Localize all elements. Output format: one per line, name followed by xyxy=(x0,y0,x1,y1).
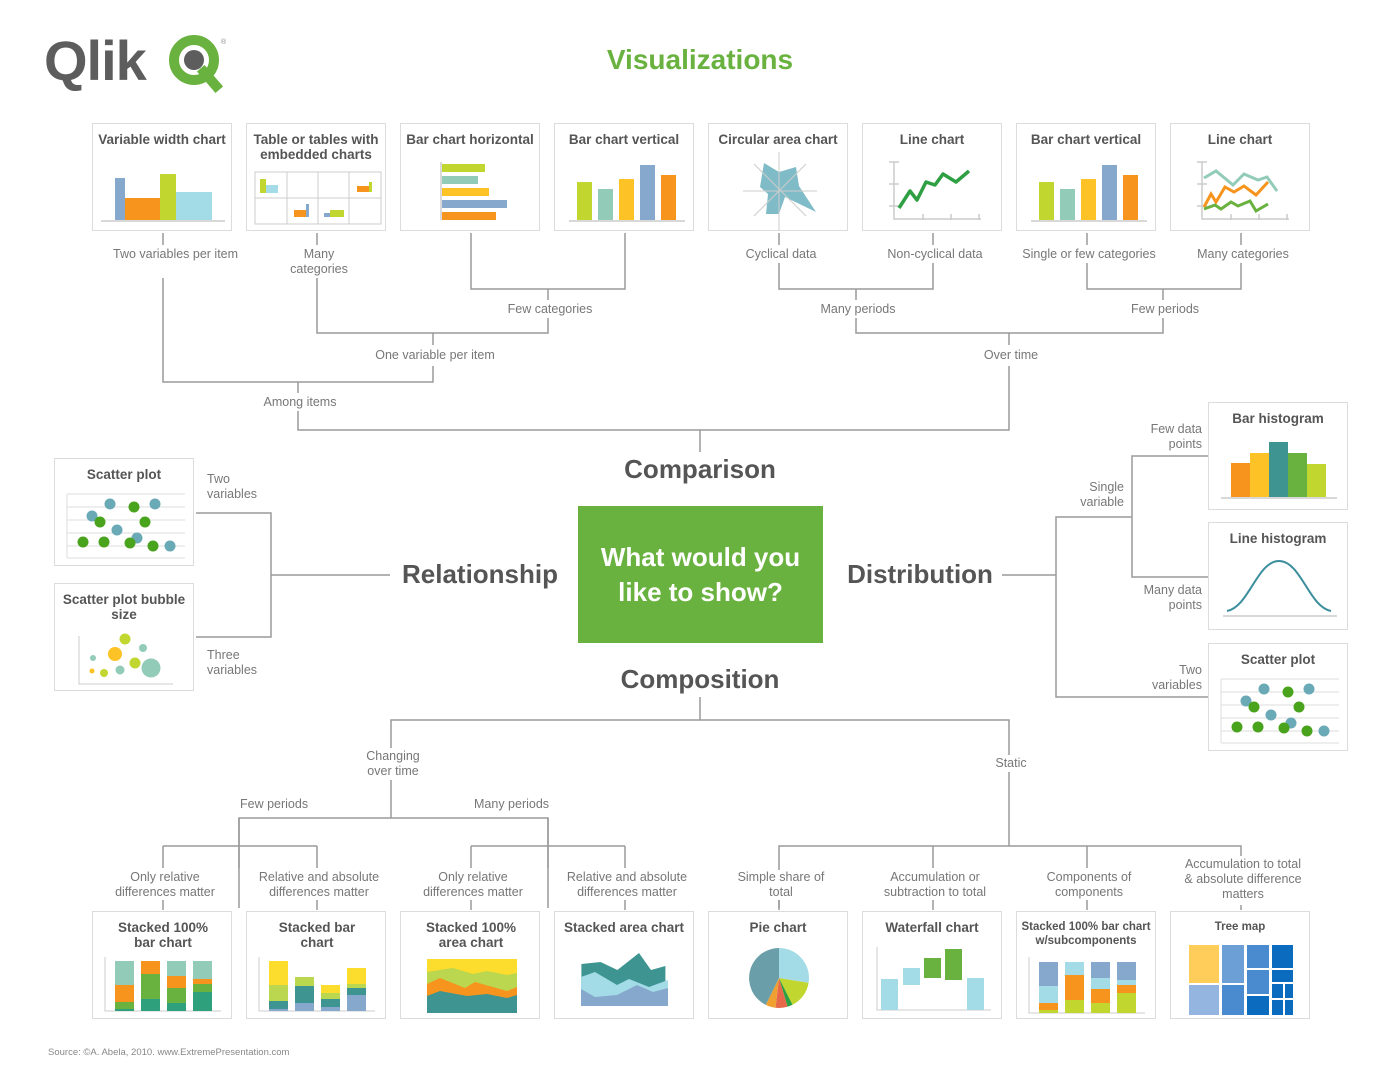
label-many-periods-composition: Many periods xyxy=(474,797,550,811)
card-bubble-chart[interactable]: Scatter plot bubble size xyxy=(54,583,194,691)
label-accumulation-total: Accumulation to total & absolute differe… xyxy=(1180,857,1306,902)
vertical-bar-chart-icon xyxy=(569,165,685,222)
label-only-relative-2: Only relative differences matter xyxy=(408,870,538,900)
bubble-chart-icon xyxy=(78,633,173,685)
category-distribution: Distribution xyxy=(847,559,993,589)
variable-width-chart-icon xyxy=(101,174,225,222)
label-accumulation-subtraction: Accumulation or subtraction to total xyxy=(870,870,1000,900)
label-three-variables: Three variables xyxy=(207,648,258,677)
label-relative-absolute-1: Relative and absolute differences matter xyxy=(244,870,394,900)
scatter-plot-icon xyxy=(1220,678,1339,744)
label-few-categories: Few categories xyxy=(494,302,606,317)
label-cyclical-data: Cyclical data xyxy=(728,247,834,262)
label-few-periods: Few periods xyxy=(1118,302,1212,317)
label-changing-over-time: Changing over time xyxy=(352,749,434,779)
multi-line-chart-icon xyxy=(1197,161,1289,220)
pie-chart-icon xyxy=(749,948,810,1009)
stacked-subcomponents-icon xyxy=(1028,957,1145,1014)
card-stacked-subcomponents[interactable]: Stacked 100% bar chart w/subcomponents xyxy=(1016,911,1156,1019)
label-many-data-points: Many data points xyxy=(1143,583,1202,612)
label-over-time: Over time xyxy=(969,348,1053,363)
card-pie-chart[interactable]: Pie chart xyxy=(708,911,848,1019)
waterfall-chart-icon xyxy=(876,947,991,1011)
logo-wordmark: Qlik xyxy=(44,29,147,92)
label-few-periods-composition: Few periods xyxy=(240,797,309,811)
label-among-items: Among items xyxy=(248,395,352,410)
category-composition: Composition xyxy=(620,664,780,694)
radar-chart-icon xyxy=(743,152,817,230)
label-one-variable-per-item: One variable per item xyxy=(362,348,508,363)
category-comparison: Comparison xyxy=(624,454,776,484)
card-waterfall-chart[interactable]: Waterfall chart xyxy=(862,911,1002,1019)
line-chart-icon xyxy=(889,161,981,220)
stacked-100-bar-icon xyxy=(104,957,221,1012)
svg-text:®: ® xyxy=(221,38,227,46)
qlik-q-logo-icon: ® xyxy=(169,35,227,94)
qlik-logo: Qlik xyxy=(44,26,147,96)
label-relative-absolute-2: Relative and absolute differences matter xyxy=(552,870,702,900)
central-question: What would you like to show? xyxy=(600,541,801,607)
card-stacked-100-area[interactable]: Stacked 100% area chart xyxy=(400,911,540,1019)
embedded-table-icon xyxy=(254,171,382,225)
card-stacked-bar[interactable]: Stacked bar chart xyxy=(246,911,386,1019)
label-two-variables-distribution: Two variables xyxy=(1151,663,1202,692)
stacked-100-area-icon xyxy=(427,959,517,1013)
vertical-bar-chart-icon xyxy=(1031,165,1147,222)
line-histogram-icon xyxy=(1223,559,1337,617)
source-credit: Source: ©A. Abela, 2010. www.ExtremePres… xyxy=(48,1047,290,1058)
card-circular-area-chart[interactable]: Circular area chart xyxy=(708,123,848,231)
label-many-periods: Many periods xyxy=(806,302,910,317)
scatter-plot-icon xyxy=(66,493,185,559)
stacked-area-icon xyxy=(581,953,668,1006)
page-title: Visualizations xyxy=(606,44,794,75)
tree-map-icon xyxy=(1189,945,1293,1015)
category-relationship: Relationship xyxy=(401,559,558,589)
label-many-categories-line: Many categories xyxy=(1180,247,1306,262)
horizontal-bar-chart-icon xyxy=(440,162,507,220)
label-non-cyclical-data: Non-cyclical data xyxy=(872,247,998,262)
central-question-box: What would you like to show? xyxy=(578,506,823,643)
label-many-categories: Many categories xyxy=(275,247,363,277)
card-variable-width-chart[interactable]: Variable width chart xyxy=(92,123,232,231)
label-static: Static xyxy=(984,756,1038,771)
card-multi-line-chart[interactable]: Line chart xyxy=(1170,123,1310,231)
card-embedded-table[interactable]: Table or tables with embedded charts xyxy=(246,123,386,231)
card-tree-map[interactable]: Tree map xyxy=(1170,911,1310,1019)
label-two-variables-per-item: Two variables per item xyxy=(111,247,239,262)
card-line-histogram[interactable]: Line histogram xyxy=(1208,522,1348,630)
card-scatter-plot-relationship[interactable]: Scatter plot xyxy=(54,458,194,566)
card-line-chart[interactable]: Line chart xyxy=(862,123,1002,231)
card-bar-chart-vertical-2[interactable]: Bar chart vertical xyxy=(1016,123,1156,231)
card-bar-chart-vertical[interactable]: Bar chart vertical xyxy=(554,123,694,231)
card-bar-histogram[interactable]: Bar histogram xyxy=(1208,402,1348,510)
card-stacked-area[interactable]: Stacked area chart xyxy=(554,911,694,1019)
card-scatter-plot-distribution[interactable]: Scatter plot xyxy=(1208,643,1348,751)
card-bar-chart-horizontal[interactable]: Bar chart horizontal xyxy=(400,123,540,231)
label-single-or-few-categories: Single or few categories xyxy=(1010,247,1168,262)
bar-histogram-icon xyxy=(1221,442,1337,499)
label-simple-share: Simple share of total xyxy=(730,870,832,900)
label-few-data-points: Few data points xyxy=(1150,422,1202,451)
label-two-variables: Two variables xyxy=(207,472,258,501)
label-only-relative-1: Only relative differences matter xyxy=(100,870,230,900)
stacked-bar-icon xyxy=(258,957,375,1012)
card-stacked-100-bar[interactable]: Stacked 100% bar chart xyxy=(92,911,232,1019)
label-components-of-components: Components of components xyxy=(1030,870,1148,900)
label-single-variable: Single variable xyxy=(1080,480,1124,509)
